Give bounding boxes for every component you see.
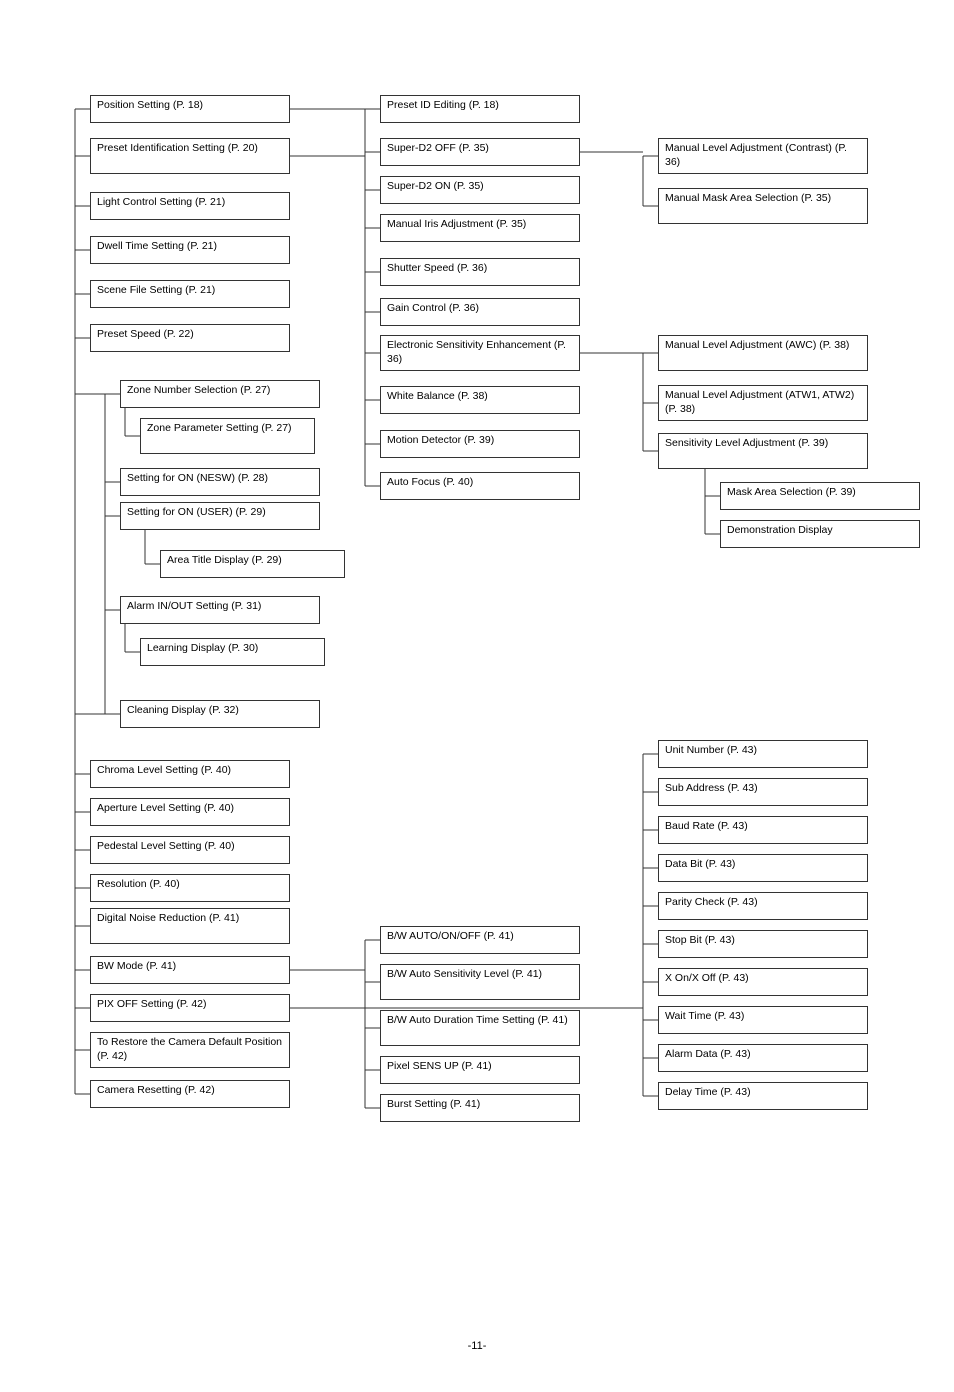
box-b2: Preset Identification Setting (P. 20) (90, 138, 290, 174)
box-d13: Stop Bit (P. 43) (658, 930, 868, 958)
box-b10: Setting for ON (USER) (P. 29) (120, 502, 320, 530)
box-b16: Aperture Level Setting (P. 40) (90, 798, 290, 826)
box-b3: Light Control Setting (P. 21) (90, 192, 290, 220)
box-b5: Scene File Setting (P. 21) (90, 280, 290, 308)
box-b8: Zone Parameter Setting (P. 27) (140, 418, 315, 454)
box-b1: Position Setting (P. 18) (90, 95, 290, 123)
box-c9: Motion Detector (P. 39) (380, 430, 580, 458)
box-b9: Setting for ON (NESW) (P. 28) (120, 468, 320, 496)
box-b7: Zone Number Selection (P. 27) (120, 380, 320, 408)
page: Position Setting (P. 18) Preset Identific… (0, 0, 954, 1392)
box-b11: Area Title Display (P. 29) (160, 550, 345, 578)
box-b19: Digital Noise Reduction (P. 41) (90, 908, 290, 944)
box-b6: Preset Speed (P. 22) (90, 324, 290, 352)
box-b21: PIX OFF Setting (P. 42) (90, 994, 290, 1022)
box-d9: Sub Address (P. 43) (658, 778, 868, 806)
box-d8: Unit Number (P. 43) (658, 740, 868, 768)
box-c5: Shutter Speed (P. 36) (380, 258, 580, 286)
box-b12: Alarm IN/OUT Setting (P. 31) (120, 596, 320, 624)
box-b20: BW Mode (P. 41) (90, 956, 290, 984)
box-b13: Learning Display (P. 30) (140, 638, 325, 666)
box-d4: Manual Level Adjustment (ATW1, ATW2) (P.… (658, 385, 868, 421)
box-b4: Dwell Time Setting (P. 21) (90, 236, 290, 264)
box-c14: Pixel SENS UP (P. 41) (380, 1056, 580, 1084)
box-c4: Manual Iris Adjustment (P. 35) (380, 214, 580, 242)
box-c2: Super-D2 OFF (P. 35) (380, 138, 580, 166)
box-d11: Data Bit (P. 43) (658, 854, 868, 882)
box-d14: X On/X Off (P. 43) (658, 968, 868, 996)
box-c3: Super-D2 ON (P. 35) (380, 176, 580, 204)
box-b23: Camera Resetting (P. 42) (90, 1080, 290, 1108)
box-d15: Wait Time (P. 43) (658, 1006, 868, 1034)
box-d5: Sensitivity Level Adjustment (P. 39) (658, 433, 868, 469)
box-d6: Mask Area Selection (P. 39) (720, 482, 920, 510)
box-b14: Cleaning Display (P. 32) (120, 700, 320, 728)
box-b22: To Restore the Camera Default Position (… (90, 1032, 290, 1068)
box-d12: Parity Check (P. 43) (658, 892, 868, 920)
box-b15: Chroma Level Setting (P. 40) (90, 760, 290, 788)
box-b17: Pedestal Level Setting (P. 40) (90, 836, 290, 864)
box-d2: Manual Mask Area Selection (P. 35) (658, 188, 868, 224)
box-c6: Gain Control (P. 36) (380, 298, 580, 326)
box-b18: Resolution (P. 40) (90, 874, 290, 902)
box-c7: Electronic Sensitivity Enhancement (P. 3… (380, 335, 580, 371)
box-c12: B/W Auto Sensitivity Level (P. 41) (380, 964, 580, 1000)
box-d3: Manual Level Adjustment (AWC) (P. 38) (658, 335, 868, 371)
box-d7: Demonstration Display (720, 520, 920, 548)
box-c10: Auto Focus (P. 40) (380, 472, 580, 500)
page-number: -11- (20, 1340, 934, 1352)
box-c11: B/W AUTO/ON/OFF (P. 41) (380, 926, 580, 954)
box-d10: Baud Rate (P. 43) (658, 816, 868, 844)
diagram: Position Setting (P. 18) Preset Identific… (20, 40, 934, 1320)
box-c15: Burst Setting (P. 41) (380, 1094, 580, 1122)
box-c13: B/W Auto Duration Time Setting (P. 41) (380, 1010, 580, 1046)
box-c1: Preset ID Editing (P. 18) (380, 95, 580, 123)
box-d1: Manual Level Adjustment (Contrast) (P. 3… (658, 138, 868, 174)
box-c8: White Balance (P. 38) (380, 386, 580, 414)
box-d16: Alarm Data (P. 43) (658, 1044, 868, 1072)
box-d17: Delay Time (P. 43) (658, 1082, 868, 1110)
